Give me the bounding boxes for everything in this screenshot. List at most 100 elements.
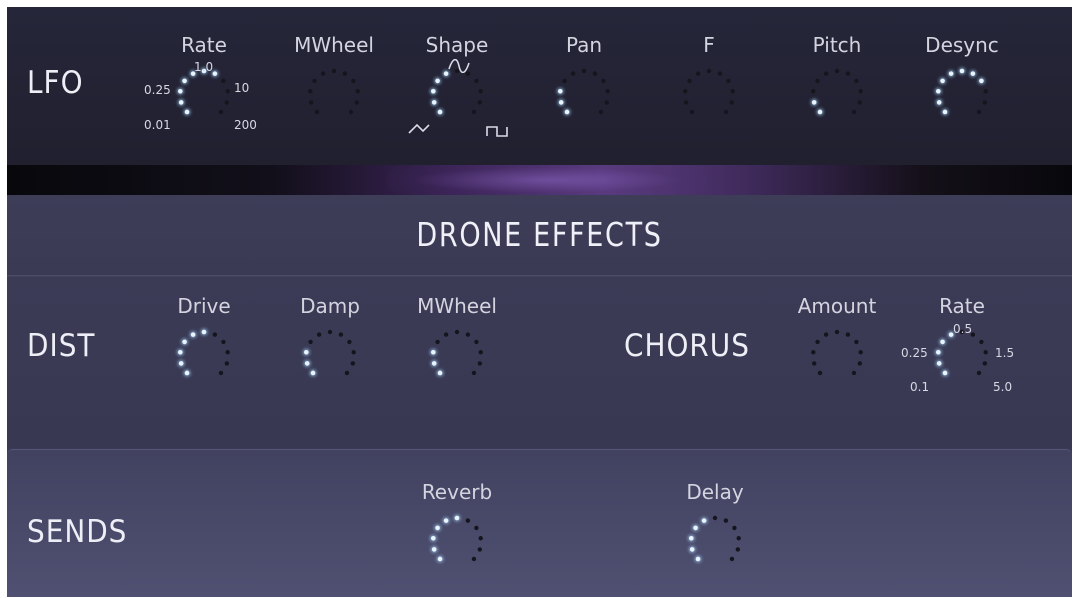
knob-dial[interactable] (417, 312, 497, 392)
knob-dot-unlit (327, 329, 333, 335)
lfo-mwheel-knob[interactable]: MWheel (294, 33, 374, 133)
knob-dial[interactable] (290, 312, 370, 392)
knob-dot-unlit (344, 370, 350, 376)
knob-dot-unlit (598, 109, 604, 115)
knob-dot-unlit (851, 109, 857, 115)
knob-dot-unlit (845, 71, 851, 76)
knob-dial[interactable] (669, 51, 749, 131)
knob-dot-lit (212, 71, 218, 76)
knob-dot-unlit (712, 515, 718, 521)
knob-dot-lit (689, 547, 695, 552)
knob-dot-lit (688, 535, 694, 541)
lfo-f-knob[interactable]: F (669, 33, 749, 133)
knob-dot-lit (304, 361, 310, 366)
knob-dot-lit (817, 109, 823, 115)
knob-dot-lit (437, 556, 443, 562)
knob-dot-unlit (857, 100, 863, 105)
knob-dot-lit (564, 109, 570, 115)
knob-dot-unlit (354, 100, 360, 105)
knob-dot-lit (693, 525, 698, 531)
knob-dot-unlit (218, 109, 224, 115)
sends-reverb-knob[interactable]: Reverb (417, 480, 497, 580)
knob-dot-lit (431, 100, 437, 105)
knob-dot-unlit (811, 361, 817, 366)
knob-dot-lit (443, 518, 449, 523)
knob-dot-lit (558, 100, 564, 105)
knob-dot-lit (430, 88, 436, 94)
knob-dot-unlit (823, 71, 829, 76)
knob-dot-unlit (562, 78, 567, 84)
knob-dot-unlit (350, 361, 356, 366)
knob-dot-lit (811, 100, 817, 105)
knob-dot-unlit (477, 361, 483, 366)
knob-dot-lit (936, 361, 942, 366)
knob-dial[interactable] (797, 51, 877, 131)
knob-dot-unlit (723, 109, 729, 115)
lfo-pan-knob[interactable]: Pan (544, 33, 624, 133)
sends-delay-knob[interactable]: Delay (675, 480, 755, 580)
lfo-title: LFO (27, 65, 84, 101)
knob-dot-lit (695, 556, 701, 562)
lfo-pitch-knob[interactable]: Pitch (797, 33, 877, 133)
knob-dot-unlit (581, 68, 587, 74)
dist-mwheel-knob[interactable]: MWheel (417, 294, 497, 394)
dist-drive-knob[interactable]: Drive (164, 294, 244, 394)
knob-dot-unlit (308, 339, 313, 345)
knob-dial[interactable] (797, 312, 877, 392)
chorus-amount-knob[interactable]: Amount (797, 294, 877, 394)
lfo-section: LFO Rate 1.0 0.25 10 0.01 200 MWheel Sha… (7, 7, 1072, 166)
knob-dot-unlit (979, 339, 984, 345)
knob-dot-lit (190, 332, 196, 337)
knob-dot-unlit (729, 100, 735, 105)
knob-dot-unlit (342, 71, 348, 76)
lfo-rate-knob[interactable]: Rate (164, 33, 244, 133)
knob-dot-unlit (477, 100, 483, 105)
knob-dial[interactable] (164, 312, 244, 392)
knob-dot-unlit (732, 525, 737, 531)
knob-dial[interactable] (922, 51, 1002, 131)
knob-dot-lit (979, 78, 984, 84)
knob-dot-unlit (224, 361, 230, 366)
knob-dial[interactable] (294, 51, 374, 131)
knob-dot-lit (435, 78, 440, 84)
knob-dot-unlit (683, 89, 688, 94)
lfo-rate-tick-high: 10 (234, 81, 250, 95)
knob-dial[interactable] (544, 51, 624, 131)
lfo-rate-tick-low: 0.25 (144, 83, 171, 97)
knob-dot-lit (557, 88, 563, 94)
knob-dot-unlit (854, 78, 859, 84)
knob-dot-lit (942, 370, 948, 376)
dist-damp-knob[interactable]: Damp (290, 294, 370, 394)
knob-dot-lit (178, 361, 184, 366)
knob-dial[interactable] (675, 498, 755, 578)
knob-dot-lit (437, 370, 443, 376)
knob-dot-unlit (308, 100, 314, 105)
knob-dot-unlit (851, 370, 857, 376)
knob-dot-lit (935, 88, 941, 94)
knob-dot-lit (940, 78, 945, 84)
knob-dot-unlit (355, 89, 360, 94)
knob-dial[interactable] (417, 498, 497, 578)
knob-dot-unlit (351, 350, 356, 355)
lfo-shape-knob[interactable]: Shape (417, 33, 497, 133)
lfo-desync-knob[interactable]: Desync (922, 33, 1002, 133)
knob-dot-lit (431, 361, 437, 366)
knob-dot-lit (454, 515, 460, 521)
knob-dot-lit (310, 370, 316, 376)
knob-dot-unlit (477, 547, 483, 552)
knob-dot-unlit (605, 89, 610, 94)
knob-dot-unlit (858, 89, 863, 94)
knob-dot-unlit (695, 71, 701, 76)
chorus-rate-tick-high: 1.5 (995, 346, 1015, 360)
knob-dot-unlit (338, 332, 344, 337)
knob-dot-unlit (570, 71, 576, 76)
knob-dot-unlit (212, 332, 218, 337)
drone-instrument-panel: LFO Rate 1.0 0.25 10 0.01 200 MWheel Sha… (7, 7, 1072, 597)
knob-dot-unlit (314, 109, 320, 115)
knob-dot-lit (184, 109, 190, 115)
knob-dot-unlit (471, 556, 477, 562)
knob-dot-unlit (478, 536, 483, 541)
knob-dot-unlit (478, 350, 483, 355)
chorus-rate-knob[interactable]: Rate (922, 294, 1002, 394)
sends-title: SENDS (27, 514, 128, 550)
